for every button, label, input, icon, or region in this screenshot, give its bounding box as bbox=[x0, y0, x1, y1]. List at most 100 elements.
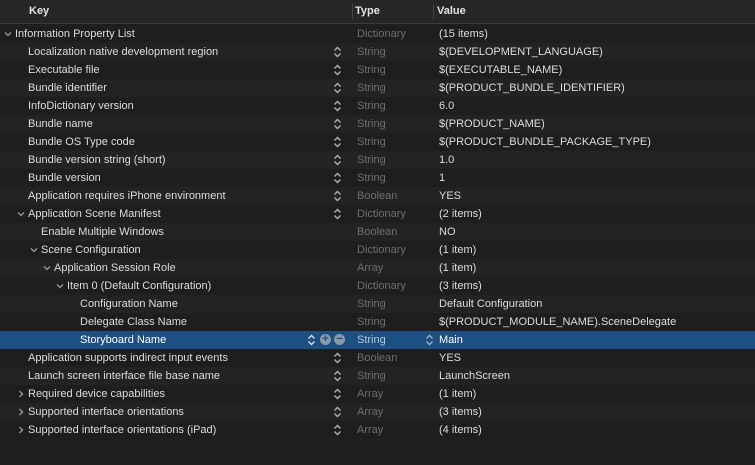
table-row[interactable]: Required device capabilities Array (1 item… bbox=[0, 385, 755, 403]
table-row[interactable]: Item 0 (Default Configuration) Dictionary… bbox=[0, 277, 755, 295]
key-label[interactable]: Scene Configuration bbox=[41, 241, 141, 259]
key-label[interactable]: Bundle OS Type code bbox=[28, 133, 135, 151]
chevron-down-icon[interactable] bbox=[3, 25, 13, 43]
value-label[interactable]: (3 items) bbox=[439, 403, 482, 421]
type-label[interactable]: Array bbox=[357, 403, 383, 421]
key-stepper-icon[interactable] bbox=[333, 370, 342, 382]
key-stepper-icon[interactable] bbox=[333, 172, 342, 184]
key-label[interactable]: Storyboard Name bbox=[80, 331, 166, 349]
key-stepper-icon[interactable] bbox=[333, 100, 342, 112]
type-label[interactable]: String bbox=[357, 151, 386, 169]
value-label[interactable]: Default Configuration bbox=[439, 295, 542, 313]
table-row[interactable]: Bundle name String $(PRODUCT_NAME) bbox=[0, 115, 755, 133]
chevron-right-icon[interactable] bbox=[16, 403, 26, 421]
type-label[interactable]: String bbox=[357, 79, 386, 97]
table-row[interactable]: Information Property List Dictionary (15 i… bbox=[0, 25, 755, 43]
key-label[interactable]: Configuration Name bbox=[80, 295, 178, 313]
key-stepper-icon[interactable] bbox=[333, 82, 342, 94]
type-label[interactable]: Boolean bbox=[357, 187, 397, 205]
table-row[interactable]: Bundle version string (short) String 1.0 bbox=[0, 151, 755, 169]
type-label[interactable]: Boolean bbox=[357, 223, 397, 241]
value-label[interactable]: YES bbox=[439, 349, 461, 367]
type-label[interactable]: String bbox=[357, 295, 386, 313]
key-label[interactable]: Item 0 (Default Configuration) bbox=[67, 277, 211, 295]
column-divider[interactable] bbox=[352, 4, 353, 19]
chevron-right-icon[interactable] bbox=[16, 385, 26, 403]
value-label[interactable]: $(PRODUCT_BUNDLE_IDENTIFIER) bbox=[439, 79, 625, 97]
type-label[interactable]: Dictionary bbox=[357, 241, 406, 259]
key-label[interactable]: Bundle version bbox=[28, 169, 101, 187]
chevron-down-icon[interactable] bbox=[16, 205, 26, 223]
table-row[interactable]: Application Scene Manifest Dictionary (2 i… bbox=[0, 205, 755, 223]
value-label[interactable]: Main bbox=[439, 331, 463, 349]
key-stepper-icon[interactable] bbox=[333, 208, 342, 220]
value-label[interactable]: NO bbox=[439, 223, 456, 241]
type-label[interactable]: String bbox=[357, 367, 386, 385]
table-row[interactable]: Bundle version String 1 bbox=[0, 169, 755, 187]
value-label[interactable]: $(EXECUTABLE_NAME) bbox=[439, 61, 562, 79]
chevron-down-icon[interactable] bbox=[29, 241, 39, 259]
type-label[interactable]: String bbox=[357, 115, 386, 133]
key-label[interactable]: Application requires iPhone environment bbox=[28, 187, 226, 205]
key-stepper-icon[interactable] bbox=[333, 118, 342, 130]
value-label[interactable]: 6.0 bbox=[439, 97, 454, 115]
table-row[interactable]: Launch screen interface file base name St… bbox=[0, 367, 755, 385]
key-label[interactable]: Required device capabilities bbox=[28, 385, 165, 403]
type-label[interactable]: Boolean bbox=[357, 349, 397, 367]
table-row[interactable]: Bundle OS Type code String $(PRODUCT_BUNDL… bbox=[0, 133, 755, 151]
table-row[interactable]: Scene Configuration Dictionary (1 item) bbox=[0, 241, 755, 259]
key-stepper-icon[interactable] bbox=[333, 64, 342, 76]
type-label[interactable]: Array bbox=[357, 385, 383, 403]
value-label[interactable]: (15 items) bbox=[439, 25, 488, 43]
key-label[interactable]: Launch screen interface file base name bbox=[28, 367, 220, 385]
add-item-icon[interactable]: + bbox=[320, 334, 331, 345]
key-label[interactable]: Application Scene Manifest bbox=[28, 205, 161, 223]
value-label[interactable]: 1 bbox=[439, 169, 445, 187]
key-label[interactable]: Bundle identifier bbox=[28, 79, 107, 97]
type-label[interactable]: String bbox=[357, 133, 386, 151]
key-label[interactable]: Application supports indirect input even… bbox=[28, 349, 228, 367]
key-label[interactable]: Bundle name bbox=[28, 115, 93, 133]
key-stepper-icon[interactable] bbox=[307, 334, 316, 346]
table-row[interactable]: Executable file String $(EXECUTABLE_NAME) bbox=[0, 61, 755, 79]
chevron-down-icon[interactable] bbox=[55, 277, 65, 295]
table-row[interactable]: Bundle identifier String $(PRODUCT_BUNDLE_… bbox=[0, 79, 755, 97]
value-label[interactable]: 1.0 bbox=[439, 151, 454, 169]
key-stepper-icon[interactable] bbox=[333, 388, 342, 400]
table-row[interactable]: Application requires iPhone environment B… bbox=[0, 187, 755, 205]
value-label[interactable]: (1 item) bbox=[439, 259, 476, 277]
type-label[interactable]: Dictionary bbox=[357, 205, 406, 223]
value-label[interactable]: LaunchScreen bbox=[439, 367, 510, 385]
table-row[interactable]: InfoDictionary version String 6.0 bbox=[0, 97, 755, 115]
value-label[interactable]: $(PRODUCT_BUNDLE_PACKAGE_TYPE) bbox=[439, 133, 651, 151]
type-label[interactable]: String bbox=[357, 97, 386, 115]
remove-item-icon[interactable]: − bbox=[334, 334, 345, 345]
key-stepper-icon[interactable] bbox=[333, 46, 342, 58]
type-label[interactable]: String bbox=[357, 313, 386, 331]
type-label[interactable]: Dictionary bbox=[357, 25, 406, 43]
table-row[interactable]: Application Session Role Array (1 item) bbox=[0, 259, 755, 277]
key-stepper-icon[interactable] bbox=[333, 424, 342, 436]
value-label[interactable]: $(PRODUCT_NAME) bbox=[439, 115, 545, 133]
key-label[interactable]: Bundle version string (short) bbox=[28, 151, 166, 169]
key-label[interactable]: Executable file bbox=[28, 61, 100, 79]
table-row[interactable]: Configuration Name String Default Configur… bbox=[0, 295, 755, 313]
table-row[interactable]: Enable Multiple Windows Boolean NO bbox=[0, 223, 755, 241]
table-row[interactable]: Delegate Class Name String $(PRODUCT_MODUL… bbox=[0, 313, 755, 331]
value-label[interactable]: (4 items) bbox=[439, 421, 482, 439]
key-label[interactable]: Enable Multiple Windows bbox=[41, 223, 164, 241]
value-label[interactable]: YES bbox=[439, 187, 461, 205]
key-label[interactable]: Information Property List bbox=[15, 25, 135, 43]
key-label[interactable]: Localization native development region bbox=[28, 43, 218, 61]
table-row[interactable]: Supported interface orientations Array (3 … bbox=[0, 403, 755, 421]
key-label[interactable]: Supported interface orientations bbox=[28, 403, 184, 421]
type-label[interactable]: String bbox=[357, 169, 386, 187]
chevron-right-icon[interactable] bbox=[16, 421, 26, 439]
type-column-header[interactable]: Type bbox=[355, 0, 380, 23]
key-stepper-icon[interactable] bbox=[333, 154, 342, 166]
value-label[interactable]: $(DEVELOPMENT_LANGUAGE) bbox=[439, 43, 603, 61]
type-popup-icon[interactable] bbox=[425, 334, 434, 346]
value-label[interactable]: (3 items) bbox=[439, 277, 482, 295]
table-row[interactable]: Supported interface orientations (iPad) A… bbox=[0, 421, 755, 439]
key-label[interactable]: Application Session Role bbox=[54, 259, 176, 277]
